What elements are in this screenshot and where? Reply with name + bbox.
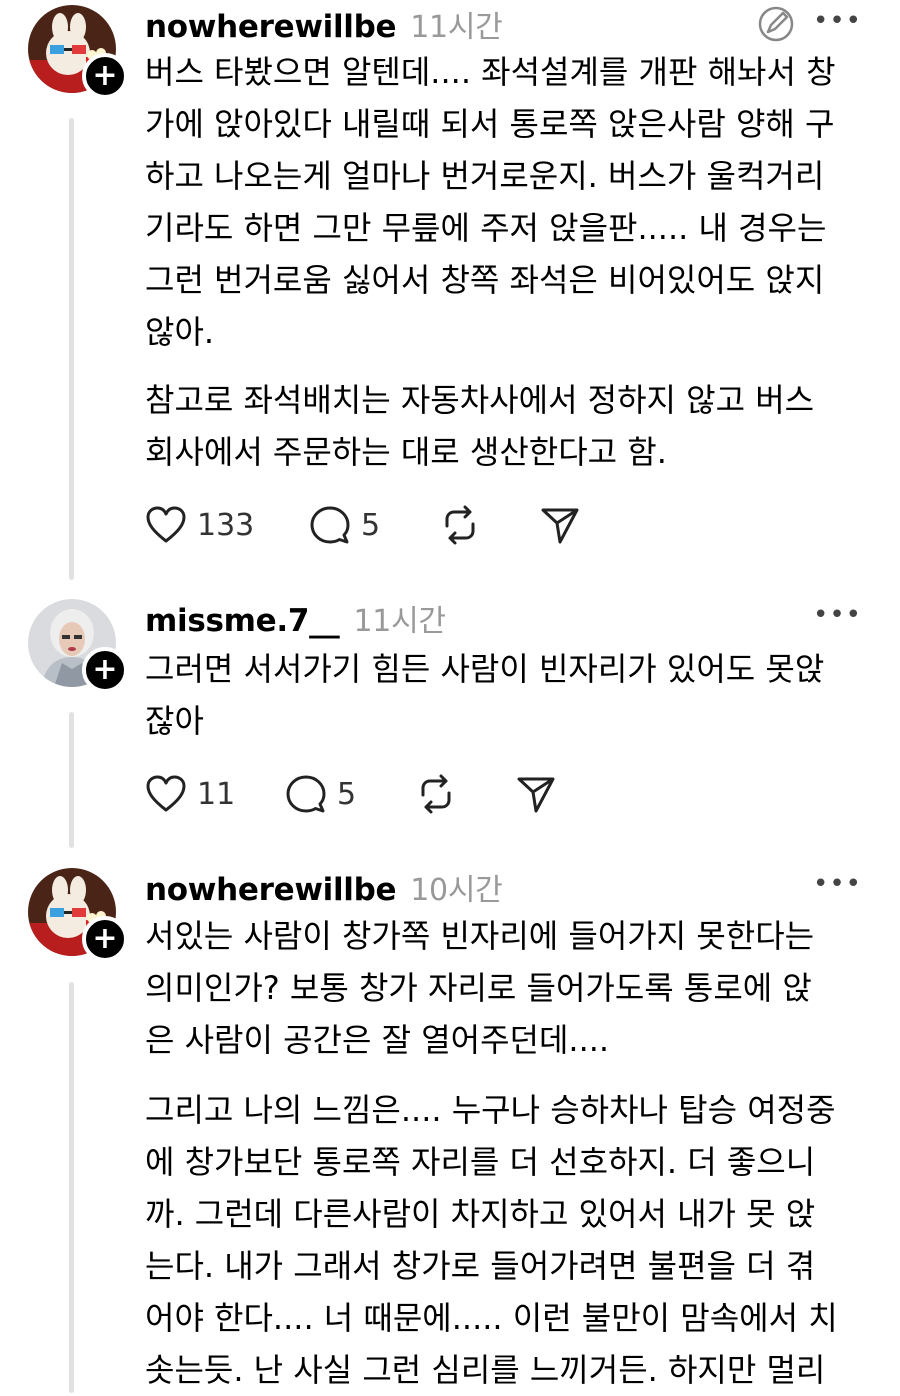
comment-text: 그리고 나의 느낌은.... 누구나 승하차나 탑승 여정중 에 창가보단 통로… [145, 1091, 838, 1389]
comment-text: 서있는 사람이 창가쪽 빈자리에 들어가지 못한다는 의미인가? 보통 창가 자… [145, 917, 815, 1059]
like-count: 133 [197, 507, 255, 543]
username[interactable]: nowherewillbe 10시간 [145, 865, 503, 909]
share-button[interactable] [515, 772, 557, 816]
reply-count: 5 [361, 507, 381, 543]
like-count: 11 [197, 776, 236, 812]
repost-icon [421, 774, 451, 814]
timestamp: 10시간 [410, 873, 503, 908]
share-button[interactable] [539, 503, 581, 547]
thread-line [69, 982, 74, 1393]
more-icon[interactable]: ••• [813, 869, 862, 899]
heart-icon [146, 506, 186, 543]
repost-button[interactable] [415, 772, 457, 816]
like-button[interactable]: 133 [145, 503, 254, 547]
send-icon [517, 777, 555, 813]
thread-line [69, 712, 74, 848]
repost-button[interactable] [439, 503, 481, 547]
username[interactable]: missme.7__ 11시간 [145, 596, 446, 640]
thread-line [69, 118, 74, 580]
edit-icon[interactable] [756, 4, 796, 44]
comment-text: 버스 타봤으면 알텐데.... 좌석설계를 개판 해놔서 창 가에 앉아있다 내… [145, 53, 836, 351]
comment-text: 그러면 서서가기 힘든 사람이 빈자리가 있어도 못앉 잖아 [145, 650, 825, 740]
reply-count: 5 [337, 776, 357, 812]
like-button[interactable]: 11 [145, 772, 235, 816]
username[interactable]: nowherewillbe 11시간 [145, 2, 503, 46]
heart-icon [146, 775, 186, 812]
repost-icon [445, 505, 475, 545]
comment-icon [310, 506, 350, 544]
send-icon [541, 508, 579, 544]
follow-plus-icon[interactable]: + [82, 916, 128, 962]
follow-plus-icon[interactable]: + [82, 647, 128, 693]
timestamp: 11시간 [353, 604, 446, 639]
timestamp: 11시간 [410, 10, 503, 45]
reply-button[interactable]: 5 [285, 772, 356, 816]
comment-icon [286, 775, 326, 813]
more-icon[interactable]: ••• [813, 600, 862, 630]
follow-plus-icon[interactable]: + [82, 53, 128, 99]
more-icon[interactable]: ••• [813, 6, 862, 36]
reply-button[interactable]: 5 [309, 503, 380, 547]
comment-text: 참고로 좌석배치는 자동차사에서 정하지 않고 버스 회사에서 주문하는 대로 … [145, 381, 815, 471]
